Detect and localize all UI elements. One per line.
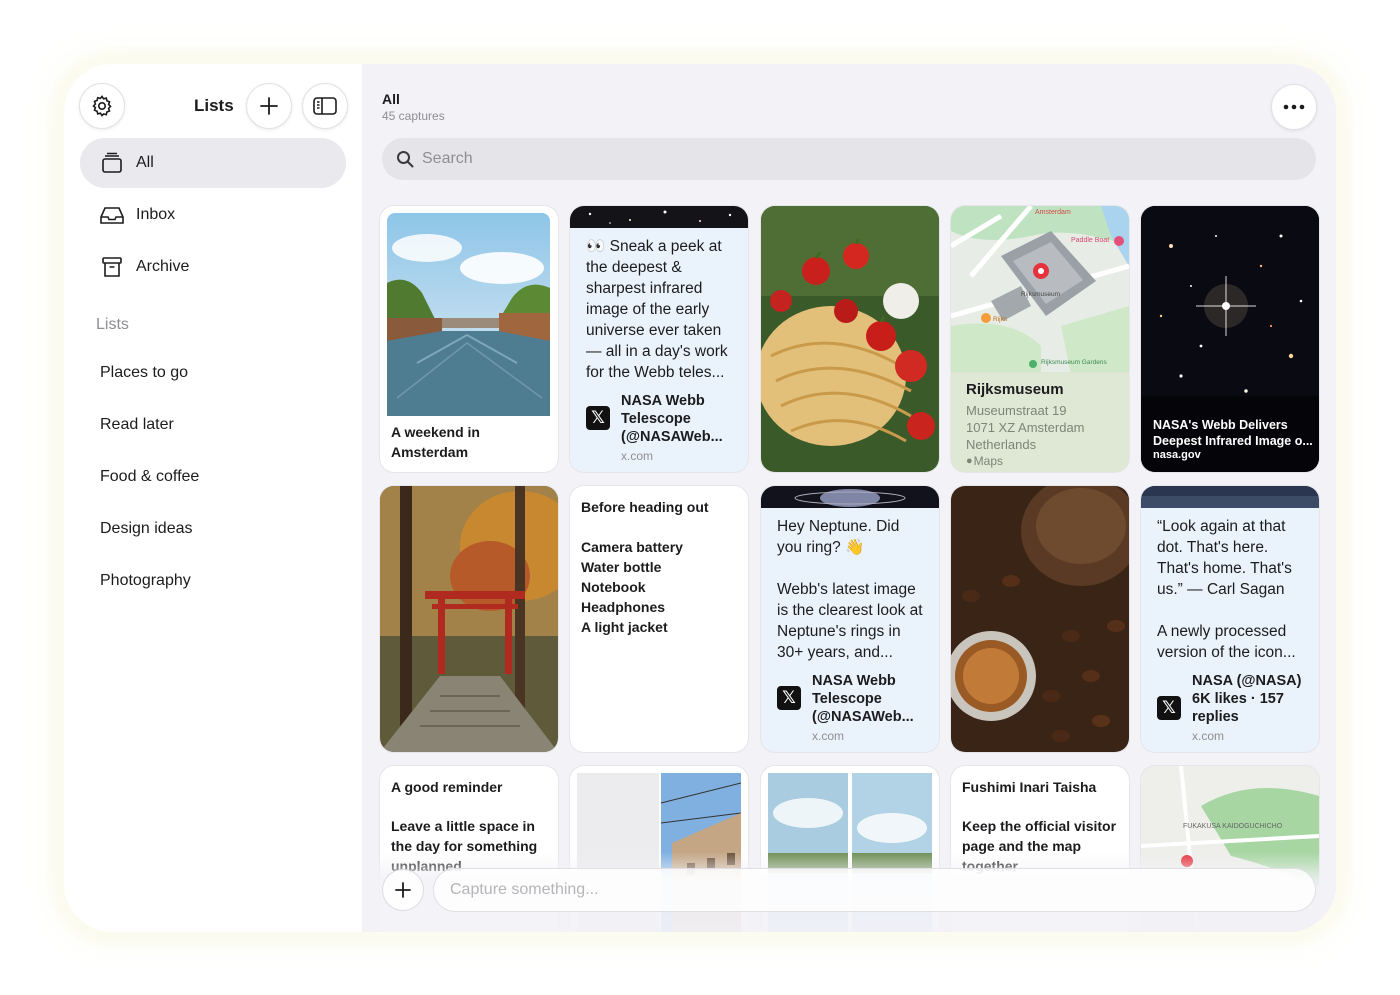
coffee-beans-photo xyxy=(951,486,1129,752)
maps-source: ● Maps xyxy=(966,453,1085,470)
capture-count: 45 captures xyxy=(382,109,445,123)
nav-all-label: All xyxy=(136,154,154,171)
note-reminder-title: A good reminder xyxy=(391,779,503,795)
tweet-neptune-domain: x.com xyxy=(812,729,845,743)
sidebar-title: Lists xyxy=(194,96,234,115)
nav-archive-label: Archive xyxy=(136,258,190,275)
plus-icon xyxy=(260,97,278,115)
checklist-item: Headphones xyxy=(581,599,666,615)
place-name: Rijksmuseum xyxy=(966,381,1064,398)
tweet-banner-image xyxy=(761,486,939,508)
checklist-item: A light jacket xyxy=(581,619,668,635)
checklist-item: Notebook xyxy=(581,579,646,595)
card-amsterdam[interactable]: A weekend in Amsterdam xyxy=(380,206,558,472)
tweet-neptune-text1: Hey Neptune. Did you ring? 👋 xyxy=(777,518,900,556)
settings-button[interactable] xyxy=(79,83,125,129)
apple-logo-icon: ● xyxy=(966,455,973,467)
card-amsterdam-title: A weekend in Amsterdam xyxy=(391,424,480,460)
card-coffee-photo[interactable] xyxy=(951,486,1129,752)
tweet-sagan-footer: 𝕏 NASA (@NASA) 6K likes · 157 replies x.… xyxy=(1157,672,1312,745)
tweet-neptune-footer: 𝕏 NASA Webb Telescope (@NASAWeb... x.com xyxy=(777,672,932,745)
tweet-sagan-domain: x.com xyxy=(1192,729,1225,743)
toggle-sidebar-button[interactable] xyxy=(302,83,348,129)
search-icon xyxy=(397,151,414,168)
archive-box-icon xyxy=(98,253,126,281)
list-food-coffee[interactable]: Food & coffee xyxy=(100,468,199,486)
map-image: Amsterdam Paddle Boat Rijksmuseum Rijks … xyxy=(951,206,1129,374)
card-tweet-sagan[interactable]: “Look again at that dot. That's here. Th… xyxy=(1141,486,1319,752)
tweet-neptune-author: NASA Webb Telescope (@NASAWeb... xyxy=(812,673,914,725)
tweet-sagan-author: NASA (@NASA) 6K likes · 157 replies xyxy=(1192,673,1302,725)
tweet-banner-image xyxy=(570,206,748,228)
search-input[interactable] xyxy=(422,150,1282,168)
capture-add-button[interactable] xyxy=(382,869,424,911)
card-pasta-photo[interactable] xyxy=(761,206,939,472)
x-logo-icon: 𝕏 xyxy=(586,406,610,430)
sidebar-toggle-icon xyxy=(313,97,337,115)
ellipsis-icon xyxy=(1283,104,1305,110)
plus-icon xyxy=(395,882,411,898)
list-design-ideas[interactable]: Design ideas xyxy=(100,520,193,538)
card-note-heading-out[interactable]: Before heading out Camera battery Water … xyxy=(570,486,748,752)
add-list-button[interactable] xyxy=(246,83,292,129)
page-title: All xyxy=(382,91,400,107)
list-photography[interactable]: Photography xyxy=(100,572,191,590)
tweet-sagan-text2: A newly processed version of the icon... xyxy=(1157,623,1296,661)
inbox-tray-icon xyxy=(98,201,126,229)
checklist-item: Water bottle xyxy=(581,559,662,575)
list-places-to-go[interactable]: Places to go xyxy=(100,364,188,382)
nasa-link-domain: nasa.gov xyxy=(1153,449,1201,461)
nasa-link-title: NASA's Webb Delivers Deepest Infrared Im… xyxy=(1153,418,1313,448)
x-logo-icon: 𝕏 xyxy=(777,686,801,710)
place-country: Netherlands xyxy=(966,437,1037,452)
lists-heading: Lists xyxy=(96,316,129,333)
maps-source-label: Maps xyxy=(973,454,1003,468)
note-checklist: Camera battery Water bottle Notebook Hea… xyxy=(581,537,741,637)
map-label-rijks: Rijks xyxy=(993,316,1008,323)
card-map-rijksmuseum[interactable]: Amsterdam Paddle Boat Rijksmuseum Rijks … xyxy=(951,206,1129,472)
stack-icon xyxy=(98,149,126,177)
tweet-sagan-text1: “Look again at that dot. That's here. Th… xyxy=(1157,518,1292,598)
card-nasa-link[interactable]: NASA's Webb Delivers Deepest Infrared Im… xyxy=(1141,206,1319,472)
map-info-panel: Rijksmuseum Museumstraat 19 1071 XZ Amst… xyxy=(951,372,1129,472)
x-logo-icon: 𝕏 xyxy=(1157,696,1181,720)
place-address-line2: 1071 XZ Amsterdam xyxy=(966,420,1085,435)
map-label-fukakusa: FUKAKUSA KAIDOGUCHICHO xyxy=(1183,823,1283,830)
nav-all[interactable]: All xyxy=(80,138,346,188)
pasta-tomatoes-photo xyxy=(761,206,939,472)
card-tweet-neptune[interactable]: Hey Neptune. Did you ring? 👋 Webb's late… xyxy=(761,486,939,752)
nav-inbox[interactable]: Inbox xyxy=(80,190,346,240)
gear-icon xyxy=(92,95,112,117)
card-tweet-webb[interactable]: 👀 Sneak a peek at the deepest & sharpest… xyxy=(570,206,748,472)
main-content: All 45 captures Search A weekend in Amst… xyxy=(362,64,1336,932)
note-fushimi-title: Fushimi Inari Taisha xyxy=(962,779,1097,795)
canal-photo xyxy=(387,213,550,416)
card-shrine-photo[interactable] xyxy=(380,486,558,752)
map-label-rijksmuseum: Rijksmuseum xyxy=(1021,291,1060,298)
tweet-webb-author: NASA Webb Telescope (@NASAWeb... xyxy=(621,393,723,445)
nav-inbox-label: Inbox xyxy=(136,206,176,223)
list-read-later[interactable]: Read later xyxy=(100,416,174,434)
capture-input[interactable] xyxy=(450,881,1290,899)
tweet-webb-footer: 𝕏 NASA Webb Telescope (@NASAWeb... x.com xyxy=(586,392,741,465)
tweet-webb-text: 👀 Sneak a peek at the deepest & sharpest… xyxy=(586,238,728,381)
map-label-amsterdam: Amsterdam xyxy=(1035,209,1071,216)
app-window: Lists All Inbox Archive Lists Places to … xyxy=(64,64,1336,932)
nav-archive[interactable]: Archive xyxy=(80,242,346,292)
map-label-paddle-boat: Paddle Boat xyxy=(1071,237,1109,244)
search-bar[interactable] xyxy=(382,138,1316,180)
capture-field[interactable] xyxy=(433,868,1316,912)
note-heading-out-title: Before heading out xyxy=(581,499,709,515)
place-address-line1: Museumstraat 19 xyxy=(966,403,1067,418)
torii-gate-photo xyxy=(380,486,558,752)
more-options-button[interactable] xyxy=(1271,84,1317,130)
sidebar: Lists All Inbox Archive Lists Places to … xyxy=(64,64,362,932)
map-label-gardens: Rijksmuseum Gardens xyxy=(1041,359,1107,366)
tweet-banner-image xyxy=(1141,486,1319,508)
checklist-item: Camera battery xyxy=(581,539,683,555)
tweet-webb-domain: x.com xyxy=(621,449,654,463)
tweet-neptune-text2: Webb's latest image is the clearest look… xyxy=(777,581,923,661)
